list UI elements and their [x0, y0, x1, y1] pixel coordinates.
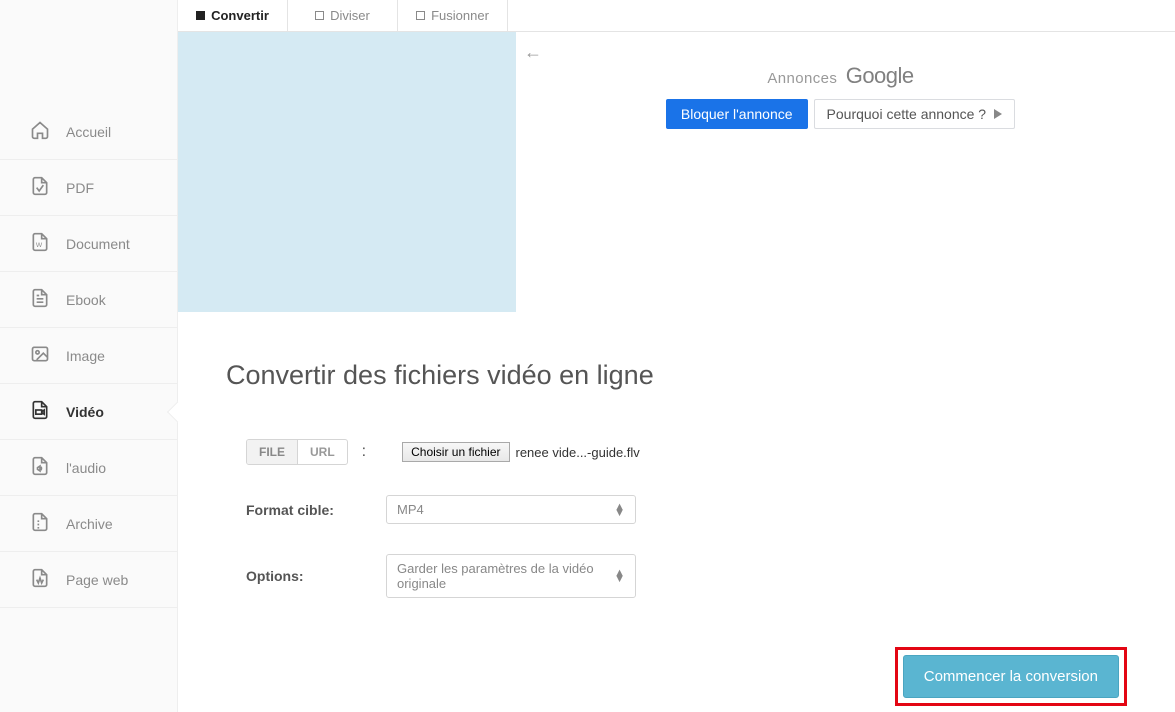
square-icon — [196, 11, 205, 20]
tabs: Convertir Diviser Fusionner — [178, 0, 1175, 32]
updown-icon: ▲▼ — [614, 504, 625, 516]
sidebar-item-label: Archive — [66, 516, 113, 532]
page-title: Convertir des fichiers vidéo en ligne — [226, 360, 1127, 391]
sidebar-item-label: Image — [66, 348, 105, 364]
choose-file-button[interactable]: Choisir un fichier — [402, 442, 509, 462]
tab-label: Convertir — [211, 8, 269, 23]
sidebar: Accueil PDF W Document Ebook Image Vidéo l'audi… — [0, 0, 178, 712]
content: Convertir des fichiers vidéo en ligne FI… — [178, 312, 1175, 712]
chosen-file-name: renee vide...-guide.flv — [516, 445, 640, 460]
sidebar-item-web[interactable]: Page web — [0, 552, 177, 608]
format-select[interactable]: MP4 ▲▼ — [386, 495, 636, 524]
square-icon — [416, 11, 425, 20]
format-row: Format cible: MP4 ▲▼ — [246, 495, 1127, 524]
options-select[interactable]: Garder les paramètres de la vidéo origin… — [386, 554, 636, 598]
ebook-icon — [30, 288, 50, 311]
back-arrow-icon[interactable]: ← — [524, 42, 1159, 63]
sidebar-item-label: l'audio — [66, 460, 106, 476]
sidebar-item-label: Page web — [66, 572, 128, 588]
source-file-tab[interactable]: FILE — [247, 440, 297, 464]
sidebar-item-pdf[interactable]: PDF — [0, 160, 177, 216]
sidebar-item-doc[interactable]: W Document — [0, 216, 177, 272]
ad-placeholder-right: ← Annonces Google Bloquer l'annonce Pour… — [516, 32, 1175, 312]
home-icon — [30, 120, 50, 143]
ad-row: ← Annonces Google Bloquer l'annonce Pour… — [178, 32, 1175, 312]
sidebar-item-home[interactable]: Accueil — [0, 104, 177, 160]
web-icon — [30, 568, 50, 591]
pdf-icon — [30, 176, 50, 199]
sidebar-item-audio[interactable]: l'audio — [0, 440, 177, 496]
options-row: Options: Garder les paramètres de la vid… — [246, 554, 1127, 598]
conversion-form: FILE URL : Choisir un fichier renee vide… — [226, 439, 1127, 598]
options-value: Garder les paramètres de la vidéo origin… — [397, 561, 614, 591]
sidebar-item-video[interactable]: Vidéo — [0, 384, 177, 440]
tab-diviser[interactable]: Diviser — [288, 0, 398, 31]
sidebar-item-label: Document — [66, 236, 130, 252]
sidebar-item-label: Vidéo — [66, 404, 104, 420]
block-ad-button[interactable]: Bloquer l'annonce — [666, 99, 808, 129]
sidebar-item-label: Accueil — [66, 124, 111, 140]
format-value: MP4 — [397, 502, 424, 517]
tab-label: Diviser — [330, 8, 370, 23]
updown-icon: ▲▼ — [614, 570, 625, 582]
ads-label: Annonces — [767, 70, 837, 87]
sidebar-item-archive[interactable]: Archive — [0, 496, 177, 552]
sidebar-item-label: Ebook — [66, 292, 106, 308]
google-logo-text: Google — [846, 63, 914, 88]
doc-icon: W — [30, 232, 50, 255]
ad-placeholder-left — [178, 32, 516, 312]
sidebar-item-image[interactable]: Image — [0, 328, 177, 384]
archive-icon — [30, 512, 50, 535]
source-toggle[interactable]: FILE URL — [246, 439, 348, 465]
why-ad-button[interactable]: Pourquoi cette annonce ? — [814, 99, 1016, 129]
source-row: FILE URL : Choisir un fichier renee vide… — [246, 439, 1127, 465]
sidebar-item-ebook[interactable]: Ebook — [0, 272, 177, 328]
square-icon — [315, 11, 324, 20]
main: Convertir Diviser Fusionner ← Annonces Goo… — [178, 0, 1175, 712]
audio-icon — [30, 456, 50, 479]
image-icon — [30, 344, 50, 367]
submit-highlight: Commencer la conversion — [895, 647, 1127, 706]
colon: : — [362, 443, 366, 461]
format-label: Format cible: — [246, 502, 386, 518]
tab-label: Fusionner — [431, 8, 489, 23]
sidebar-item-label: PDF — [66, 180, 94, 196]
svg-text:W: W — [36, 242, 43, 249]
why-ad-label: Pourquoi cette annonce ? — [827, 106, 987, 122]
options-label: Options: — [246, 568, 386, 584]
play-icon — [994, 109, 1002, 119]
source-url-tab[interactable]: URL — [297, 440, 347, 464]
start-conversion-button[interactable]: Commencer la conversion — [903, 655, 1119, 698]
video-icon — [30, 400, 50, 423]
tab-convertir[interactable]: Convertir — [178, 0, 288, 31]
tab-fusionner[interactable]: Fusionner — [398, 0, 508, 31]
